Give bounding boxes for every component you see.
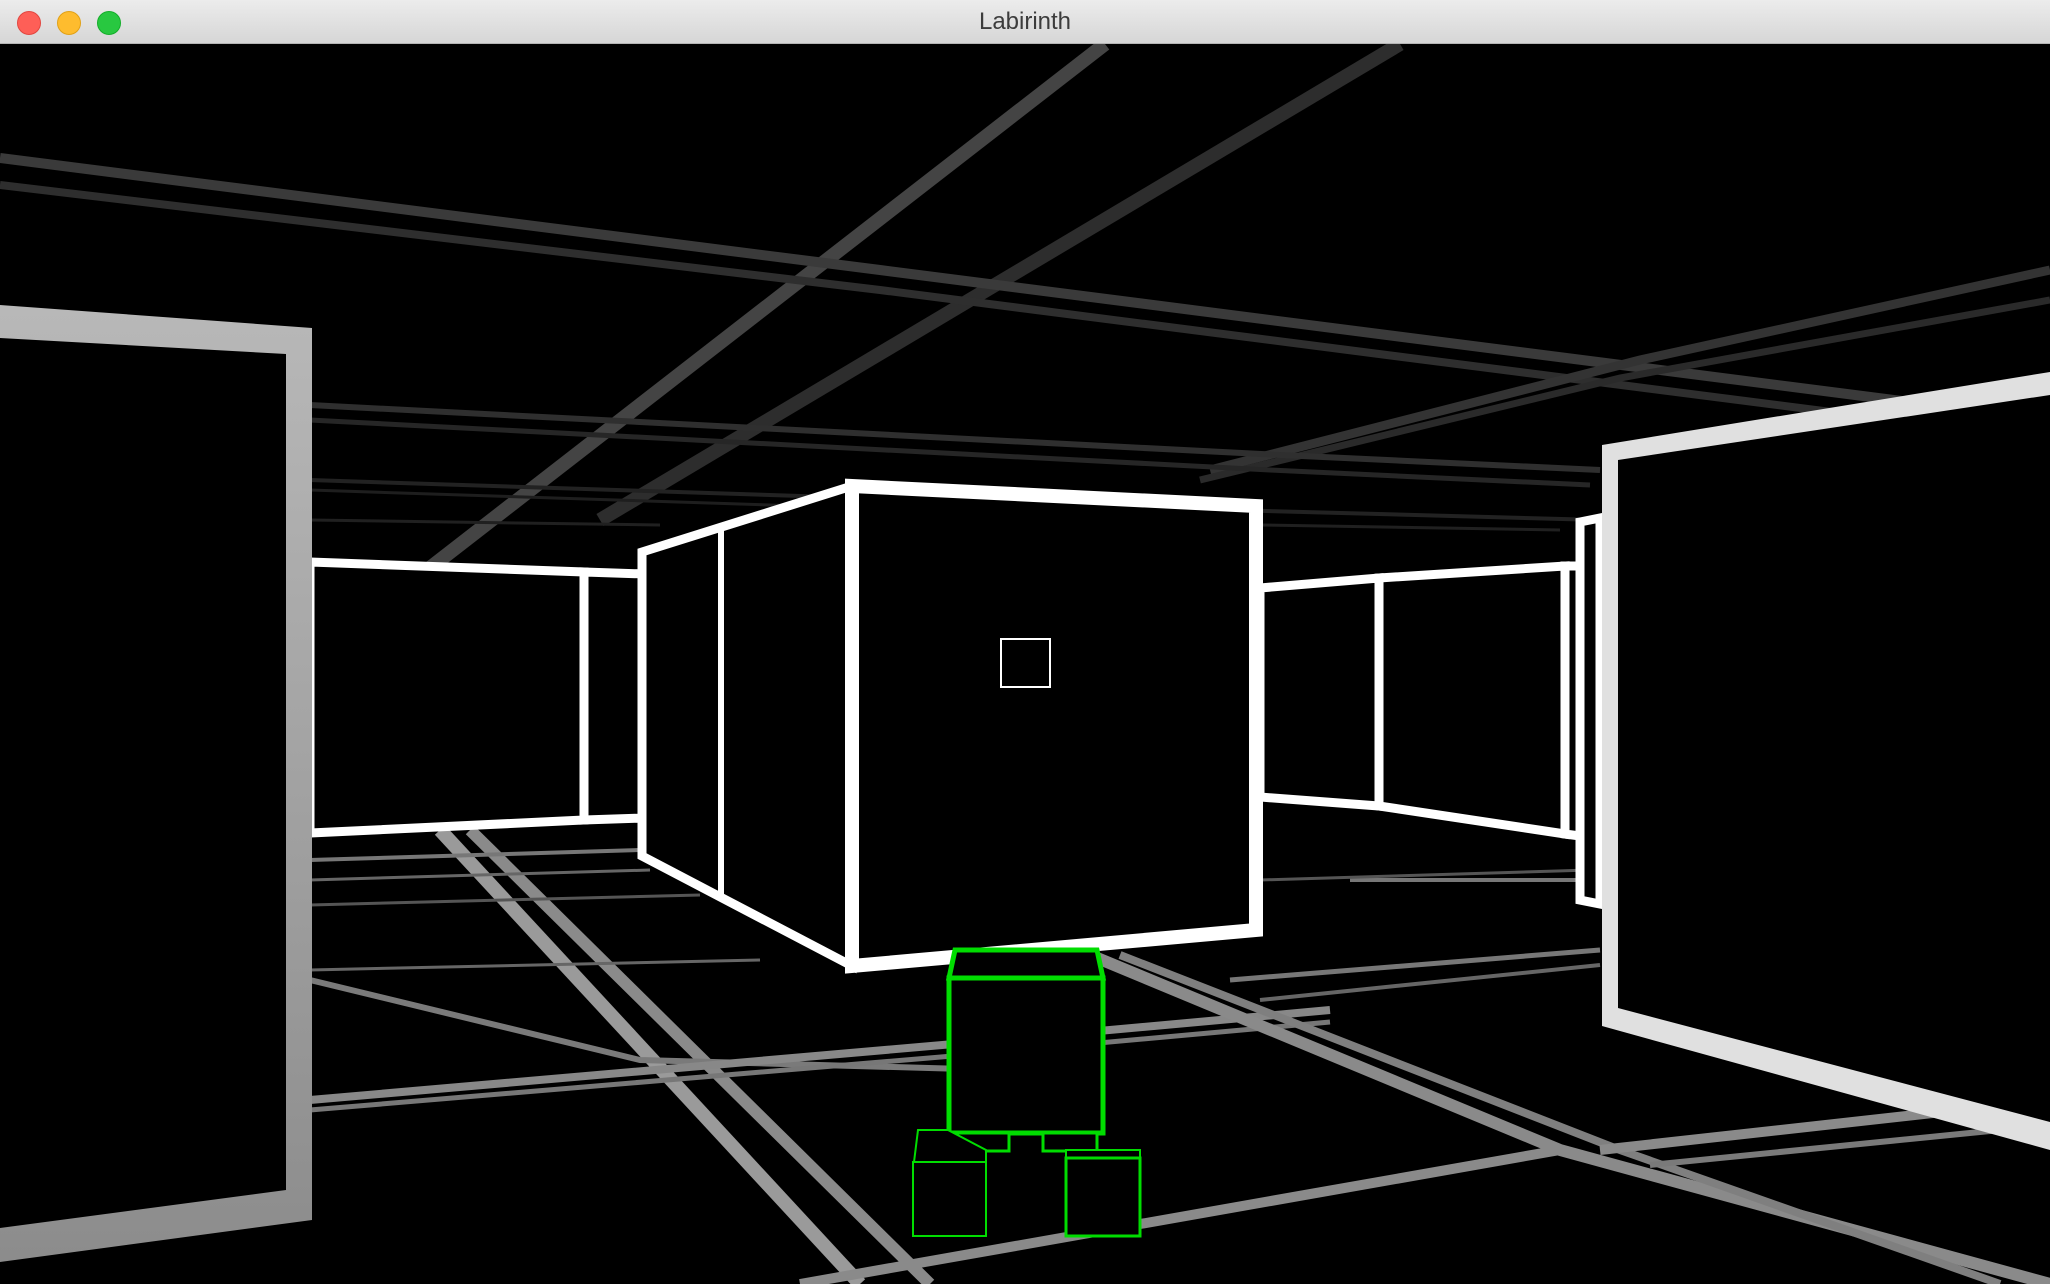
maze-scene xyxy=(0,44,2050,1284)
game-viewport[interactable] xyxy=(0,44,2050,1284)
player-robot xyxy=(912,947,1142,1238)
left-wall xyxy=(0,305,312,1262)
right-wall xyxy=(1602,372,2050,1150)
window-title: Labirinth xyxy=(978,8,1072,35)
center-cube xyxy=(637,478,1263,974)
window-titlebar[interactable]: Labirinth xyxy=(0,0,2050,44)
